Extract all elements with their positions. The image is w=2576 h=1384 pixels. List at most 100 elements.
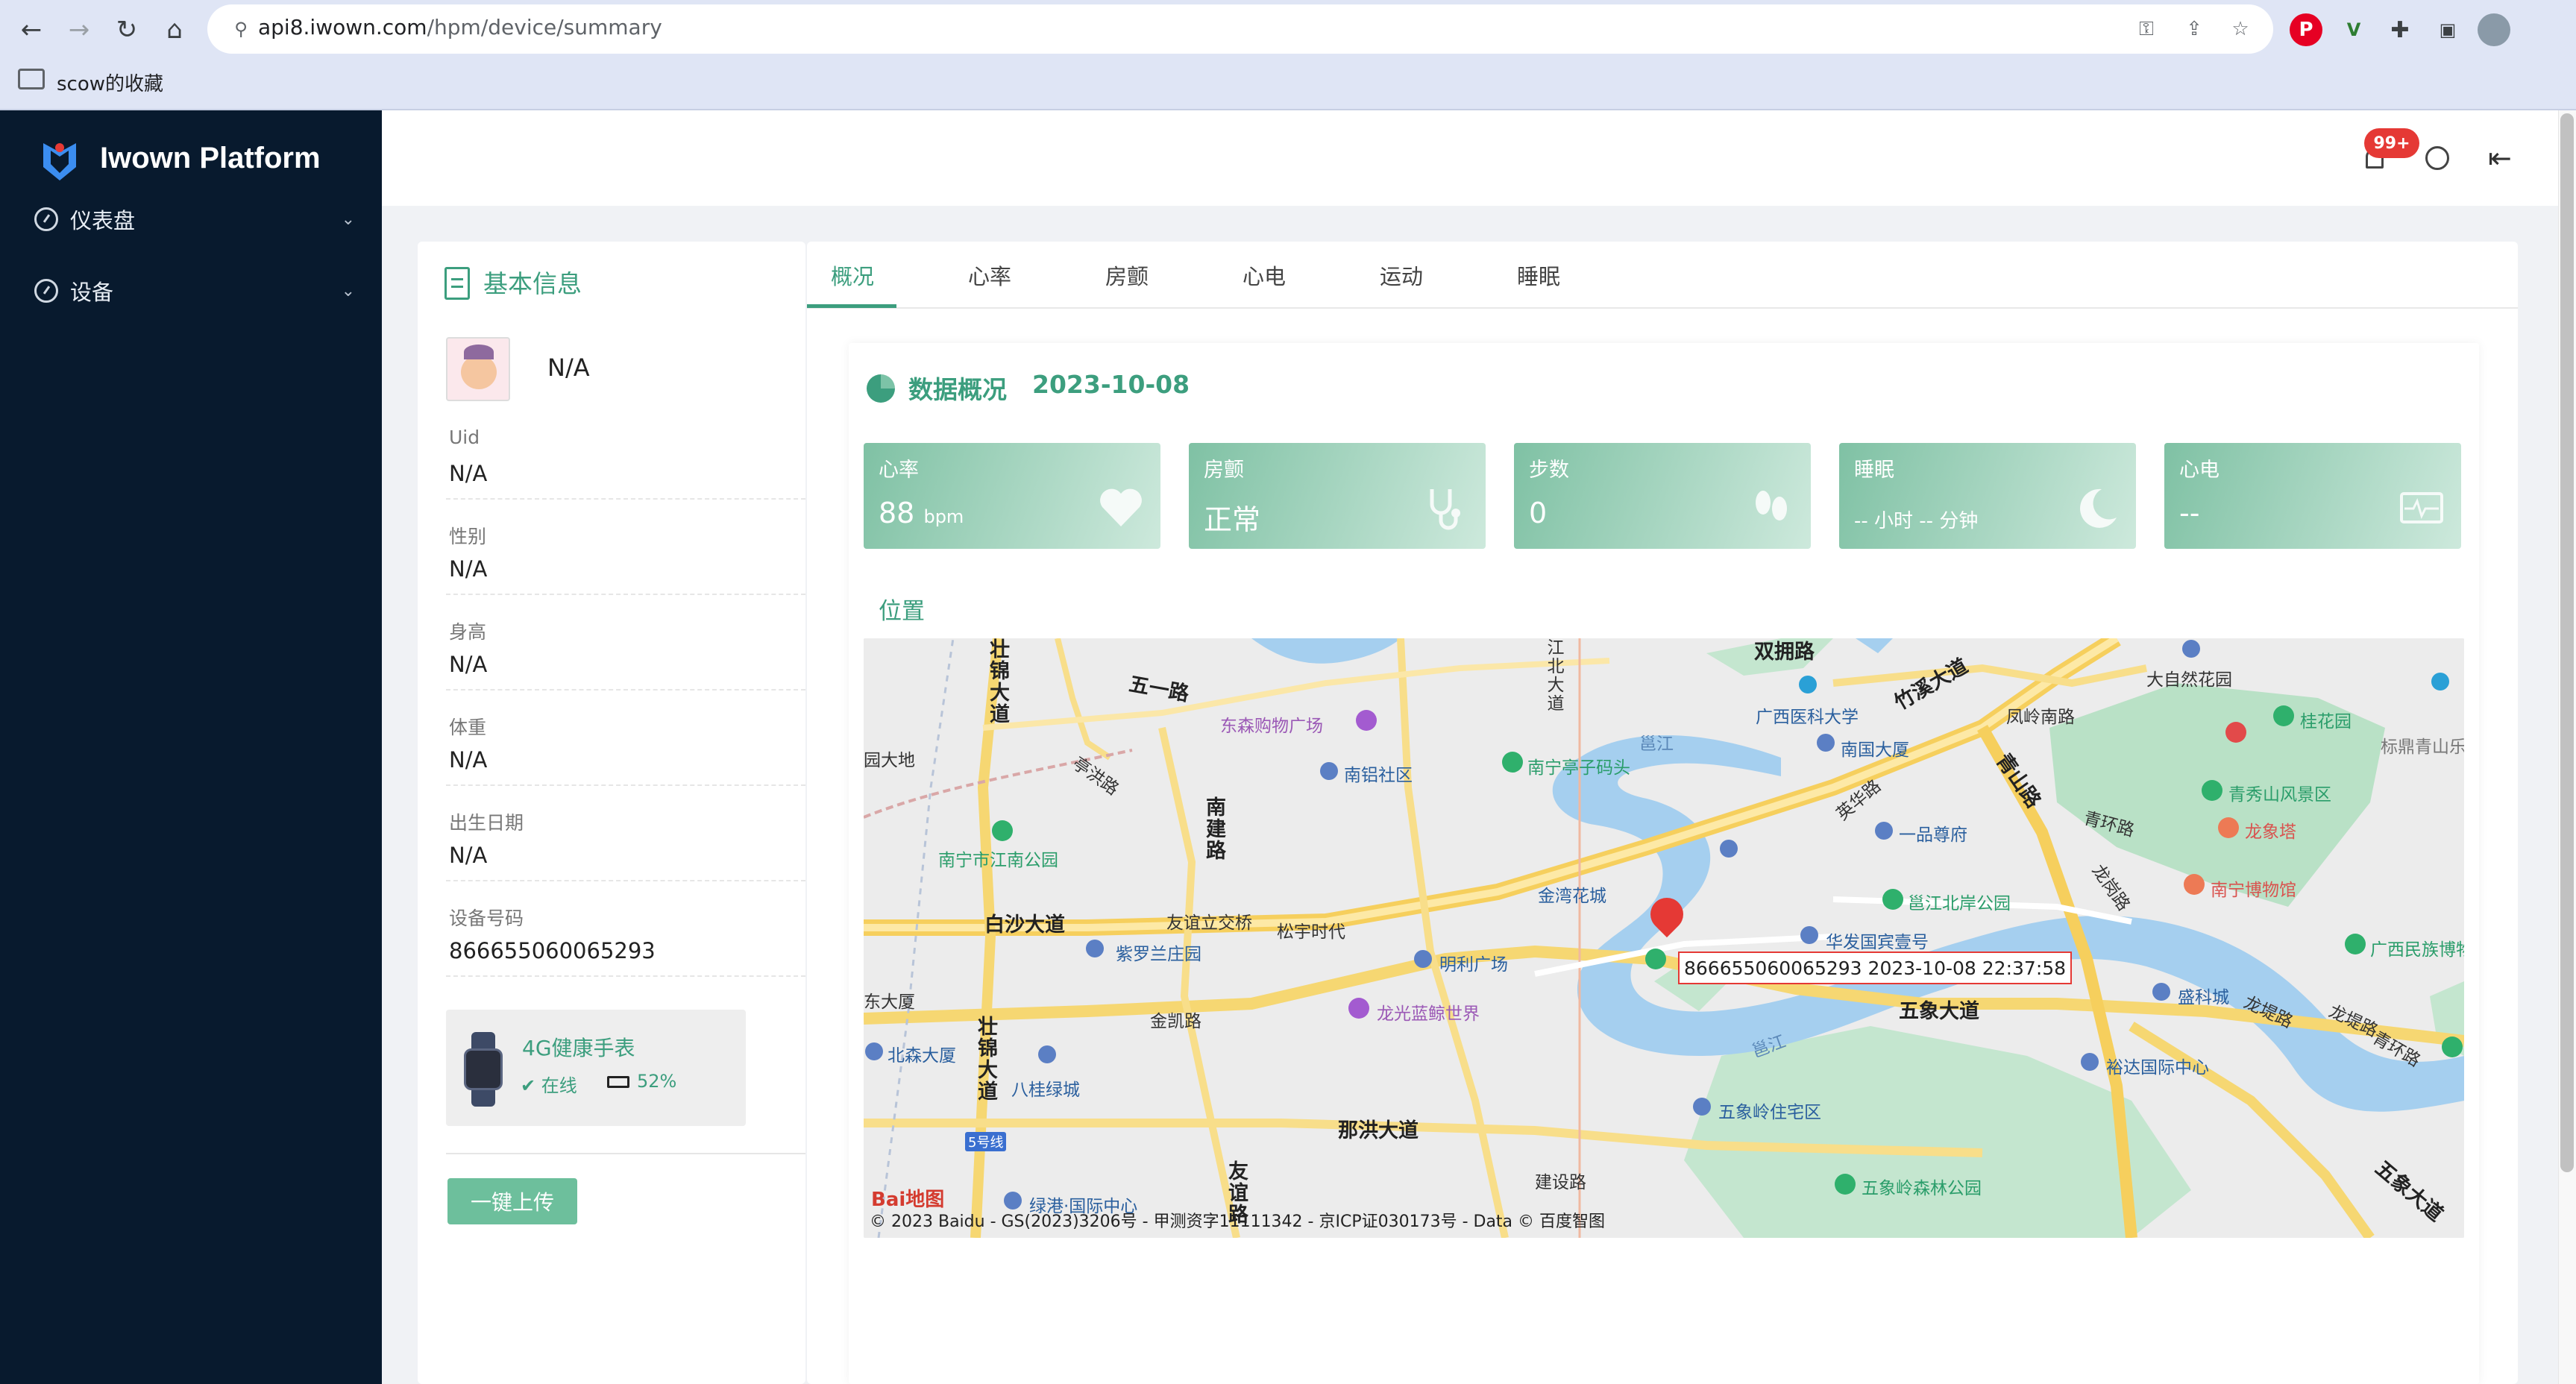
field-label-device-number: 设备号码	[449, 908, 524, 929]
map-label: 园大地	[864, 751, 915, 770]
sidebar-item-label: 设备	[70, 280, 114, 305]
reload-icon[interactable]: ↻	[107, 10, 146, 49]
map-label: 南宁博物馆	[2211, 881, 2296, 900]
extensions-icon[interactable]: ✚	[2384, 13, 2416, 46]
address-bar[interactable]: ⚲ api8.iwown.com/hpm/device/summary ⚿ ⇪ …	[207, 4, 2273, 54]
sidebar-item-dashboard[interactable]: 仪表盘 ⌄	[0, 185, 382, 254]
stat-label: 步数	[1529, 459, 1569, 482]
folder-icon	[18, 69, 45, 89]
stat-label: 心电	[2179, 459, 2220, 482]
dashboard-icon	[34, 279, 58, 303]
location-map[interactable]: 双拥路 五一路 竹溪大道 凤岭南路 大自然花园 桂花园 标鼎青山乐 东森购物广场…	[864, 638, 2464, 1238]
tab-overview[interactable]: 概况	[831, 260, 874, 291]
url-host: api8.iwown.com	[258, 15, 427, 40]
field-label-uid: Uid	[449, 427, 480, 448]
battery-level: 52%	[637, 1071, 677, 1092]
profile-avatar[interactable]	[2478, 13, 2510, 46]
map-label: 松宇时代	[1277, 922, 1345, 942]
scrollbar-thumb[interactable]	[2560, 113, 2574, 1172]
map-label: 白沙大道	[984, 913, 1065, 937]
map-label: 南宁亭子码头	[1527, 758, 1630, 778]
stat-value: 正常	[1204, 503, 1261, 536]
field-value-device-number: 866655060065293	[449, 938, 656, 963]
map-label: 邕江	[1639, 735, 1674, 754]
stat-card-sleep: 睡眠 -- 小时 -- 分钟	[1839, 443, 2136, 549]
map-label: 南宁市江南公园	[938, 851, 1058, 870]
map-label: 五象岭森林公园	[1862, 1179, 1982, 1198]
logout-icon[interactable]: ⇤	[2488, 142, 2512, 174]
browser-chrome: ← → ↻ ⌂ ⚲ api8.iwown.com/hpm/device/summ…	[0, 0, 2576, 110]
map-label: 裕达国际中心	[2106, 1058, 2209, 1078]
map-label: 友谊立交桥	[1166, 913, 1252, 933]
stat-card-steps: 步数 0	[1514, 443, 1811, 549]
dashboard-icon	[34, 207, 58, 231]
map-label: 5号线	[965, 1132, 1007, 1151]
chevron-down-icon: ⌄	[341, 210, 355, 229]
field-value-uid: N/A	[449, 461, 488, 486]
map-label: 大自然花园	[2146, 670, 2232, 690]
map-label: 五象岭住宅区	[1718, 1103, 1821, 1122]
bookmarks-bar: scow的收藏	[0, 63, 2576, 100]
device-type: 4G健康手表	[522, 1036, 635, 1060]
stat-value-number: 88	[879, 497, 915, 529]
divider	[446, 784, 805, 786]
upload-button[interactable]: 一键上传	[447, 1178, 577, 1224]
field-value-gender: N/A	[449, 556, 488, 582]
divider	[446, 975, 805, 977]
device-name: N/A	[547, 353, 590, 382]
globe-icon[interactable]	[2425, 146, 2449, 170]
map-label: 广西民族博物	[2370, 940, 2464, 960]
bookmark-folder-label[interactable]: scow的收藏	[57, 69, 163, 96]
map-copyright: © 2023 Baidu - GS(2023)3206号 - 甲测资字11111…	[870, 1212, 1606, 1231]
extension-v-icon[interactable]: V	[2337, 13, 2370, 46]
map-label: 桂花园	[2300, 712, 2352, 732]
stat-label: 心率	[879, 459, 919, 482]
map-label: 那洪大道	[1338, 1119, 1419, 1142]
field-label-weight: 体重	[449, 717, 487, 738]
summary-section: 数据概况 2023-10-08 心率 88 bpm 房颤 正常 步数 0 睡眠 …	[849, 343, 2479, 1384]
site-info-icon[interactable]: ⚲	[228, 16, 254, 42]
stat-card-ecg: 心电 --	[2164, 443, 2461, 549]
key-icon[interactable]: ⚿	[2133, 16, 2160, 43]
field-label-gender: 性别	[449, 526, 487, 547]
map-label: 龙象塔	[2245, 822, 2296, 842]
stat-value: 88 bpm	[879, 497, 964, 529]
summary-title: 数据概况	[908, 375, 1007, 404]
pinterest-icon[interactable]: P	[2290, 13, 2322, 46]
map-label: 双拥路	[1754, 641, 1815, 664]
divider	[446, 1153, 805, 1154]
map-label: 金凯路	[1150, 1012, 1201, 1031]
stat-label: 房颤	[1204, 459, 1244, 482]
tab-exercise[interactable]: 运动	[1380, 260, 1423, 291]
tab-heart-rate[interactable]: 心率	[968, 260, 1011, 291]
stat-label: 睡眠	[1854, 459, 1894, 482]
home-icon[interactable]: ⌂	[155, 10, 194, 49]
top-header	[382, 110, 2576, 206]
moon-icon	[2080, 488, 2117, 528]
bookmark-star-icon[interactable]: ☆	[2227, 16, 2254, 43]
stat-value: --	[2179, 497, 2200, 529]
url-text: api8.iwown.com/hpm/device/summary	[258, 15, 662, 40]
map-label: 南铝社区	[1344, 766, 1413, 785]
chevron-down-icon: ⌄	[341, 281, 355, 301]
notification-badge: 99+	[2364, 128, 2419, 158]
map-label: 北森大厦	[888, 1046, 956, 1066]
tab-afib[interactable]: 房颤	[1105, 260, 1149, 291]
divider	[446, 594, 805, 595]
map-label: 龙光蓝鲸世界	[1377, 1004, 1480, 1024]
share-icon[interactable]: ⇪	[2181, 16, 2208, 43]
side-panel-icon[interactable]: ▣	[2431, 13, 2464, 46]
online-status: ✔ 在线	[521, 1071, 577, 1097]
stat-unit: bpm	[923, 506, 964, 527]
back-icon[interactable]: ←	[12, 10, 51, 49]
divider	[446, 880, 805, 881]
tab-ecg[interactable]: 心电	[1243, 260, 1286, 291]
forward-icon[interactable]: →	[60, 10, 98, 49]
document-icon	[444, 267, 470, 300]
map-label: 明利广场	[1439, 955, 1508, 975]
tab-sleep[interactable]: 睡眠	[1517, 260, 1560, 291]
summary-date: 2023-10-08	[1032, 370, 1190, 399]
map-label: 南建路	[1202, 796, 1225, 861]
sidebar-item-devices[interactable]: 设备 ⌄	[0, 257, 382, 325]
map-label: 凤岭南路	[2006, 708, 2075, 727]
